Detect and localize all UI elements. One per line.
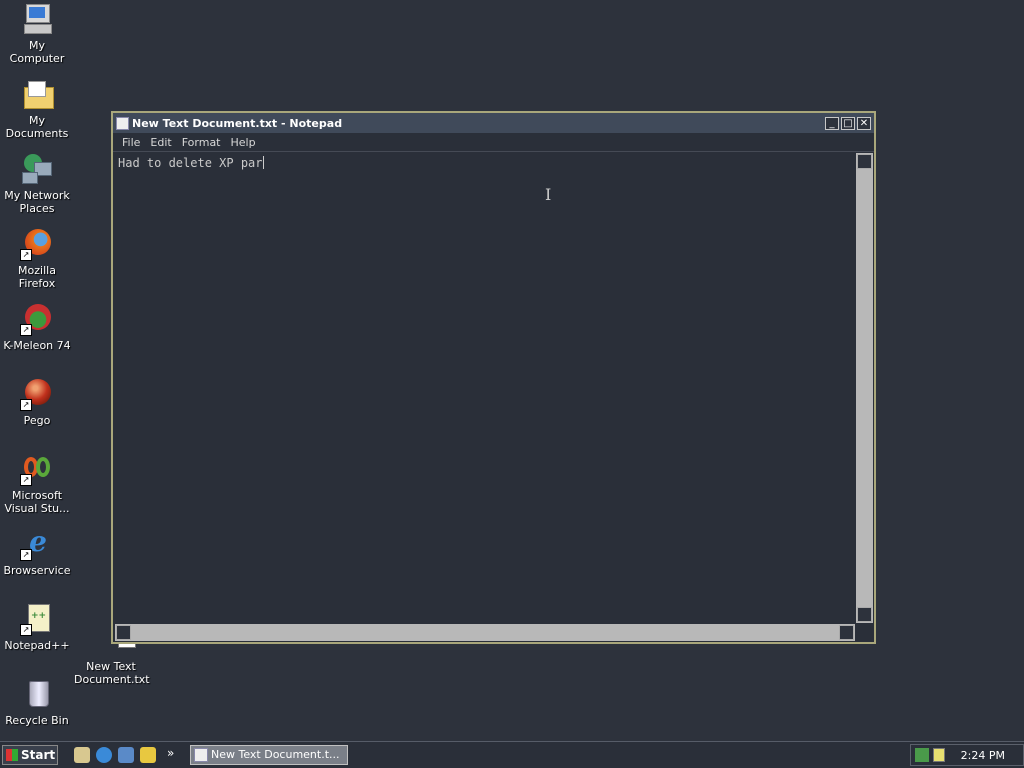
desktop-icon-label: K-Meleon 74 [3, 339, 71, 352]
menu-file[interactable]: File [117, 136, 145, 149]
desktop-icon-label: Microsoft Visual Stu... [4, 489, 70, 515]
desktop-icon-label: My Network Places [4, 189, 70, 215]
notepadpp-icon: ++ ↗ [20, 602, 54, 636]
desktop-icon-my-documents[interactable]: My Documents [0, 77, 74, 140]
desktop-icon-notepad-plus-plus[interactable]: ++ ↗ Notepad++ [0, 602, 74, 652]
scroll-down-button[interactable] [857, 607, 872, 622]
shortcut-arrow-icon: ↗ [20, 324, 32, 336]
notepad-icon [194, 748, 208, 762]
start-label: Start [21, 748, 56, 762]
resize-grip-icon[interactable] [856, 624, 873, 641]
taskbar: Start » New Text Document.t... 2:24 PM [0, 741, 1024, 768]
window-title: New Text Document.txt - Notepad [132, 116, 343, 130]
desktop-icon-label: Pego [23, 414, 51, 427]
visual-studio-icon: ↗ [20, 452, 54, 486]
shortcut-arrow-icon: ↗ [20, 249, 32, 261]
text-caret [262, 156, 264, 169]
taskbar-button-label: New Text Document.t... [211, 748, 340, 761]
start-button[interactable]: Start [2, 745, 58, 765]
close-button[interactable]: ✕ [857, 116, 871, 130]
desktop-icon-label: My Computer [9, 39, 65, 65]
menu-help[interactable]: Help [226, 136, 261, 149]
desktop-icon-label: Notepad++ [4, 639, 70, 652]
quicklaunch-outlook-icon[interactable] [118, 747, 134, 763]
vertical-scrollbar[interactable] [856, 153, 873, 623]
menu-bar: File Edit Format Help [113, 133, 874, 152]
desktop-icon-pego[interactable]: ↗ Pego [0, 377, 74, 427]
network-tray-icon[interactable] [915, 748, 929, 762]
text-editor-area[interactable]: Had to delete XP par [115, 153, 855, 623]
taskbar-button-notepad[interactable]: New Text Document.t... [190, 745, 348, 765]
minimize-button[interactable]: _ [825, 116, 839, 130]
shortcut-arrow-icon: ↗ [20, 399, 32, 411]
firefox-icon: ↗ [20, 227, 54, 261]
clock[interactable]: 2:24 PM [961, 749, 1005, 762]
notepad-window[interactable]: New Text Document.txt - Notepad _ □ ✕ Fi… [111, 111, 876, 644]
ibeam-cursor-icon: I [545, 185, 552, 204]
shortcut-arrow-icon: ↗ [20, 624, 32, 636]
scroll-left-button[interactable] [116, 625, 131, 640]
kmeleon-icon: ↗ [20, 302, 54, 336]
desktop-icon-label: Browservice [3, 564, 71, 577]
desktop-icon-label: Recycle Bin [5, 714, 69, 727]
computer-icon [20, 2, 54, 36]
horizontal-scrollbar[interactable] [115, 624, 855, 641]
desktop-icon-label: New Text Document.txt [74, 660, 150, 686]
desktop-icon-k-meleon[interactable]: ↗ K-Meleon 74 [0, 302, 74, 352]
shortcut-arrow-icon: ↗ [20, 549, 32, 561]
desktop-icon-mozilla-firefox[interactable]: ↗ Mozilla Firefox [0, 227, 74, 290]
notepad-icon [116, 116, 129, 130]
scroll-right-button[interactable] [839, 625, 854, 640]
pego-icon: ↗ [20, 377, 54, 411]
quicklaunch-overflow-button[interactable]: » [167, 746, 174, 760]
scroll-up-button[interactable] [857, 154, 872, 169]
quicklaunch-ie-icon[interactable] [96, 747, 112, 763]
folder-icon [20, 77, 54, 111]
document-text: Had to delete XP par [118, 156, 263, 170]
quicklaunch-show-desktop-icon[interactable] [74, 747, 90, 763]
menu-format[interactable]: Format [177, 136, 226, 149]
desktop-icon-my-network-places[interactable]: My Network Places [0, 152, 74, 215]
windows-flag-icon [6, 749, 18, 761]
ie-icon: e ↗ [20, 527, 54, 561]
recycle-bin-icon [20, 677, 54, 711]
notepad-tray-icon[interactable] [933, 748, 945, 762]
desktop-icon-browservice[interactable]: e ↗ Browservice [0, 527, 74, 578]
window-titlebar[interactable]: New Text Document.txt - Notepad _ □ ✕ [113, 113, 874, 133]
quicklaunch-search-icon[interactable] [140, 747, 156, 763]
desktop-icon-recycle-bin[interactable]: Recycle Bin [0, 677, 74, 727]
shortcut-arrow-icon: ↗ [20, 474, 32, 486]
menu-edit[interactable]: Edit [145, 136, 176, 149]
desktop-icon-my-computer[interactable]: My Computer [0, 2, 74, 65]
desktop-icon-visual-studio[interactable]: ↗ Microsoft Visual Stu... [0, 452, 74, 515]
system-tray: 2:24 PM [910, 744, 1024, 766]
network-icon [20, 152, 54, 186]
desktop-icon-label: My Documents [5, 114, 69, 140]
maximize-button[interactable]: □ [841, 116, 855, 130]
desktop-icon-label: Mozilla Firefox [18, 264, 56, 290]
